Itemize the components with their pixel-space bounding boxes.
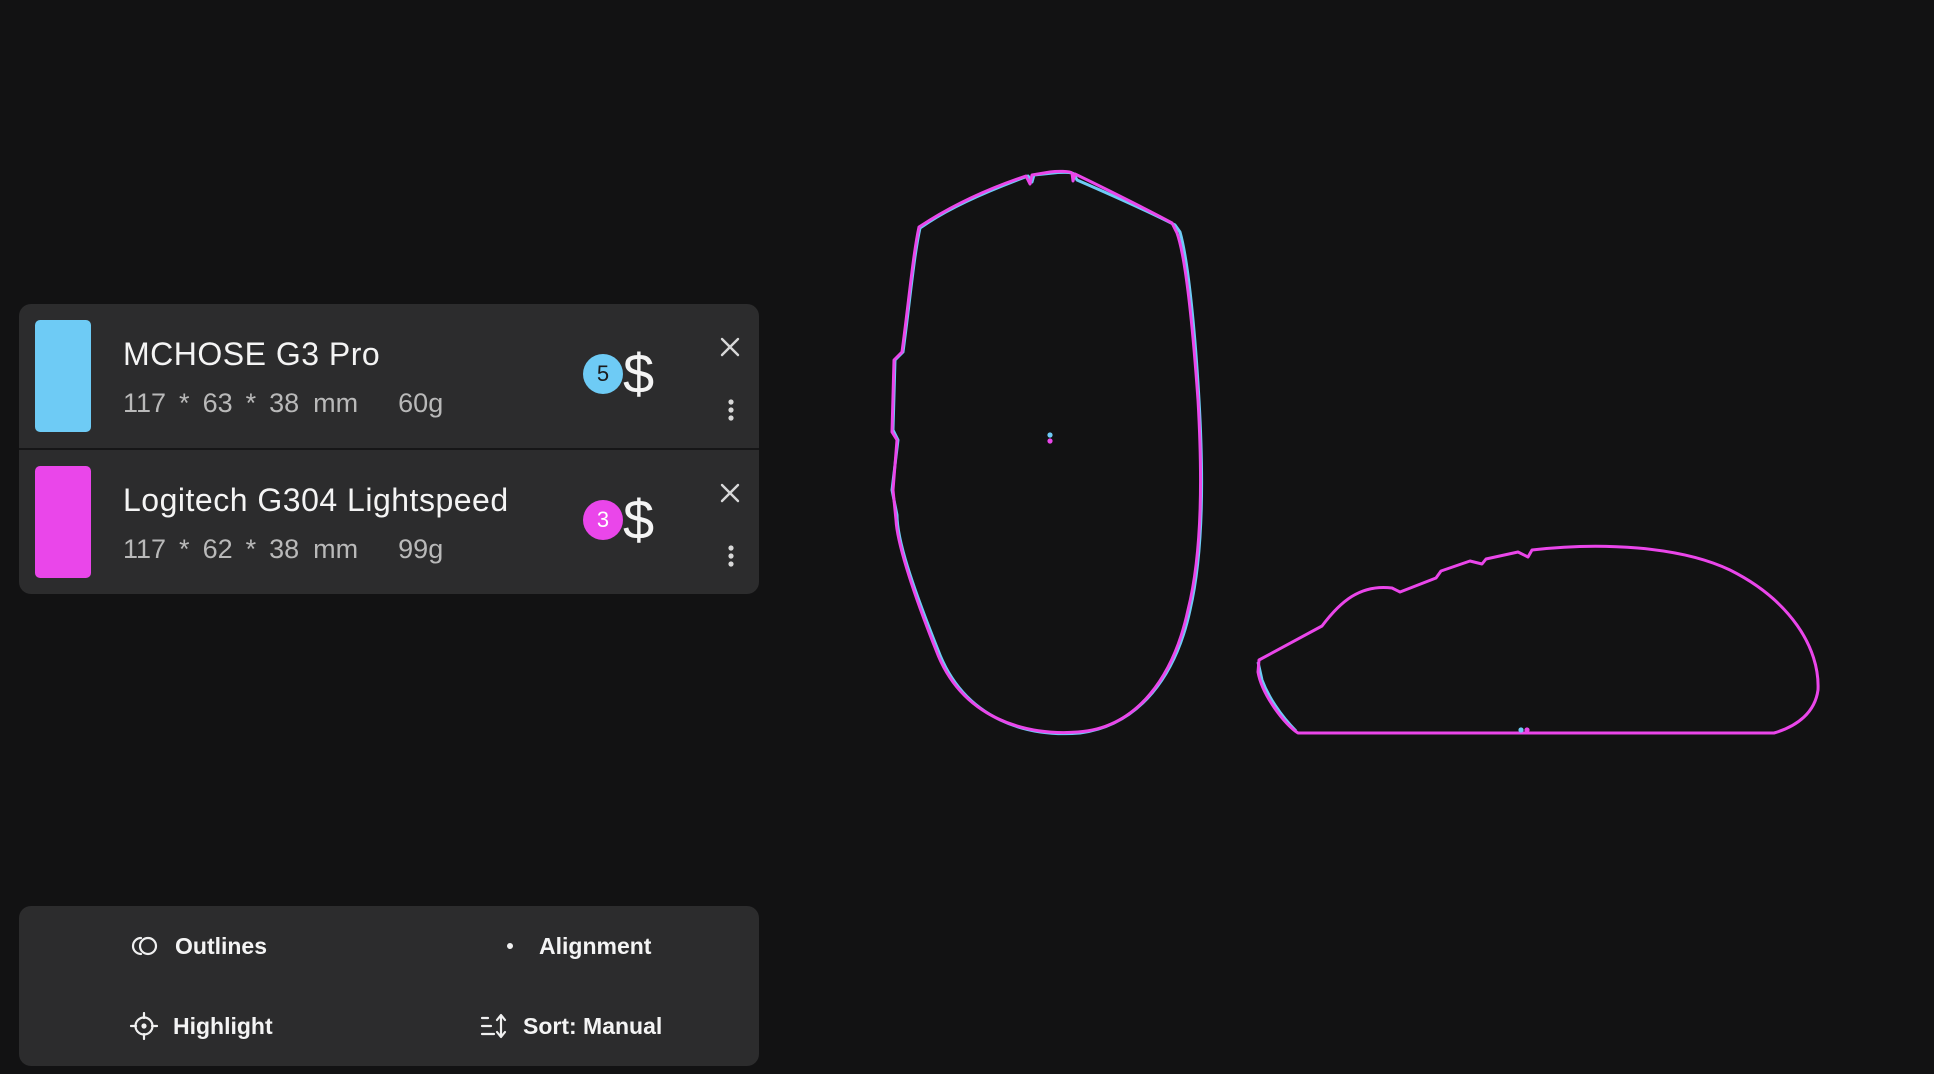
mouse-name: MCHOSE G3 Pro [123,336,381,372]
sort-label: Sort: Manual [523,1012,663,1039]
outlines-label: Outlines [175,932,268,959]
outlines-icon [131,931,161,961]
dimension-separator: * [245,534,257,564]
dimension-separator: * [179,388,190,418]
mouse-dimensions: 117 * 62 * 38 mm 99g [123,534,443,565]
side-view-outline-primary [1256,544,1820,735]
sort-button[interactable]: Sort: Manual [479,1002,662,1050]
sort-icon [479,1011,509,1041]
close-icon [720,483,740,503]
crosshair-icon [129,1011,159,1041]
alignment-button[interactable]: Alignment [495,922,651,970]
outlines-button[interactable]: Outlines [131,922,267,970]
close-icon [720,337,740,357]
highlight-label: Highlight [173,1012,273,1039]
mouse-card[interactable]: Logitech G304 Lightspeed 117 * 62 * 38 mm 99g … [19,450,759,594]
mouse-weight: 99g [398,534,444,564]
more-vert-icon [728,545,734,567]
mouse-name: Logitech G304 Lightspeed [123,482,509,518]
mouse-weight: 60g [398,388,444,418]
side-view-base-dot [1524,727,1530,733]
top-view-outline-secondary [890,170,1204,736]
mouse-width: 63 [202,388,233,418]
top-view-center-dot [1047,432,1053,438]
app-root: MCHOSE G3 Pro 117 * 63 * 38 mm 60g 5 $ L… [0,0,1934,1074]
side-view-base-dot [1518,727,1524,733]
side-view-outline [1256,544,1820,735]
side-view-outline-secondary [1256,661,1298,733]
rank-badge: 5 [583,354,623,394]
dimension-unit: mm [313,388,359,418]
price-icon: $ [623,342,655,405]
mouse-height: 38 [269,388,300,418]
remove-mouse-button[interactable] [713,330,747,364]
top-view-outline [890,169,1204,736]
dimension-separator: * [179,534,190,564]
top-view-center-dot [1047,438,1053,444]
mouse-dimensions: 117 * 63 * 38 mm 60g [123,388,443,419]
mouse-card[interactable]: MCHOSE G3 Pro 117 * 63 * 38 mm 60g 5 $ [19,304,759,448]
price-icon: $ [623,488,655,551]
alignment-label: Alignment [539,932,652,959]
rank-badge: 3 [583,500,623,540]
mouse-menu-button[interactable] [719,538,743,574]
dimension-separator: * [245,388,257,418]
mouse-color-swatch[interactable] [35,320,91,432]
dimension-unit: mm [313,534,359,564]
mouse-width: 62 [202,534,233,564]
mouse-length: 117 [123,534,167,564]
mouse-length: 117 [123,388,167,418]
dot-icon [495,931,525,961]
outline-canvas [890,169,1820,736]
mouse-color-swatch[interactable] [35,466,91,578]
mouse-height: 38 [269,534,300,564]
more-vert-icon [728,399,734,421]
mouse-list: MCHOSE G3 Pro 117 * 63 * 38 mm 60g 5 $ L… [19,304,759,594]
mouse-menu-button[interactable] [719,392,743,428]
view-toolbar: Outlines Alignment Highlight Sort: Manua… [19,906,759,1066]
remove-mouse-button[interactable] [713,476,747,510]
highlight-button[interactable]: Highlight [129,1002,273,1050]
